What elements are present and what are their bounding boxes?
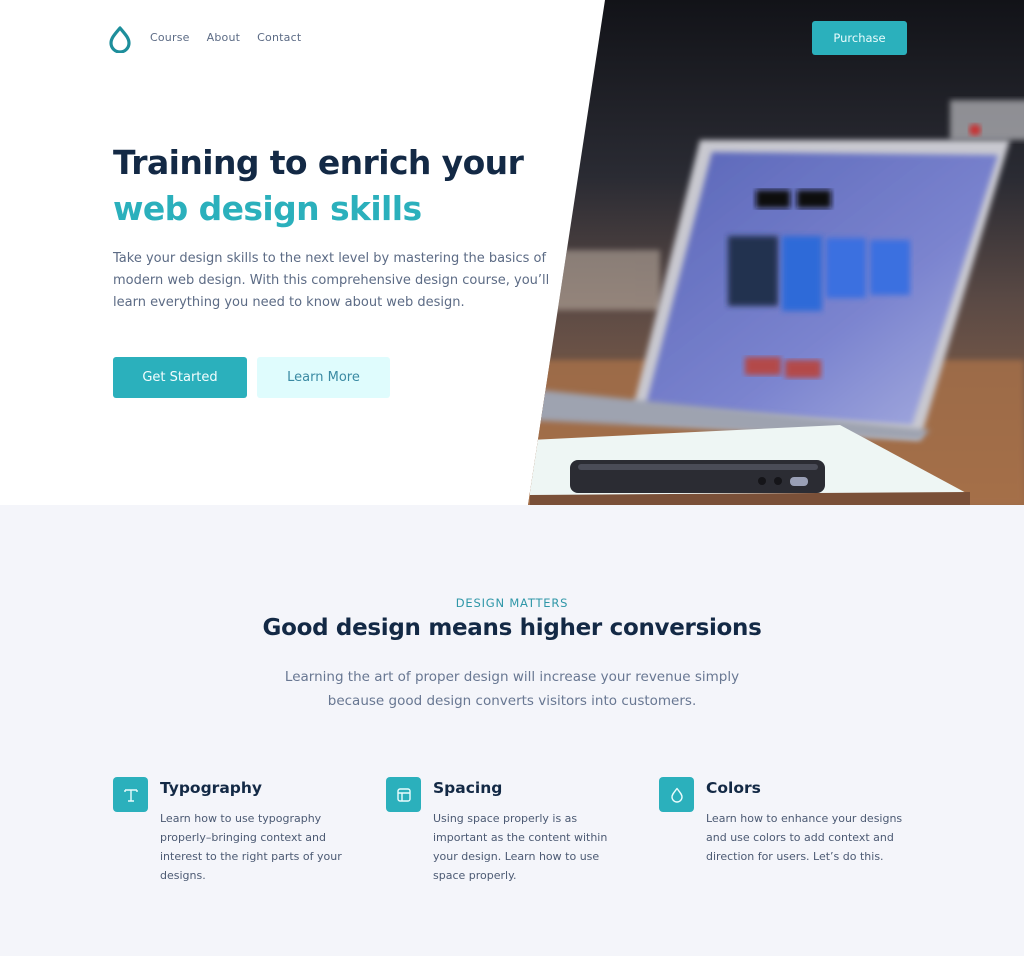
nav-link-about[interactable]: About <box>207 31 241 44</box>
hero-description: Take your design skills to the next leve… <box>113 251 550 310</box>
learn-more-button[interactable]: Learn More <box>257 357 390 398</box>
section-title: Good design means higher conversions <box>262 615 762 641</box>
feature-text: Learn how to use typography properly–bri… <box>160 812 342 882</box>
purchase-button[interactable]: Purchase <box>812 21 907 55</box>
get-started-button[interactable]: Get Started <box>113 357 247 398</box>
feature-title: Typography <box>160 779 263 797</box>
layout-icon <box>386 777 421 812</box>
nav-link-course[interactable]: Course <box>150 31 190 44</box>
section-eyebrow: DESIGN MATTERS <box>455 596 569 610</box>
nav-links: Course About Contact <box>150 31 318 44</box>
features-section: DESIGN MATTERS Good design means higher … <box>0 505 1024 956</box>
top-nav: Course About Contact Purchase <box>0 0 1024 76</box>
feature-title: Colors <box>706 779 761 797</box>
hero-actions: Get Started Learn More <box>113 357 390 398</box>
nav-link-contact[interactable]: Contact <box>257 31 301 44</box>
hero-title: Training to enrich your web design skill… <box>113 140 524 232</box>
hero-title-line2: web design skills <box>113 189 422 228</box>
hero-title-line1: Training to enrich your <box>113 143 524 182</box>
droplet-icon[interactable] <box>108 25 132 54</box>
feature-text: Learn how to enhance your designs and us… <box>706 812 903 863</box>
hero-section: Course About Contact Purchase Training t… <box>0 0 1024 505</box>
droplet-icon <box>659 777 694 812</box>
typography-icon <box>113 777 148 812</box>
section-description: Learning the art of proper design will i… <box>284 669 740 709</box>
feature-text: Using space properly is as important as … <box>433 812 608 882</box>
feature-title: Spacing <box>433 779 503 797</box>
